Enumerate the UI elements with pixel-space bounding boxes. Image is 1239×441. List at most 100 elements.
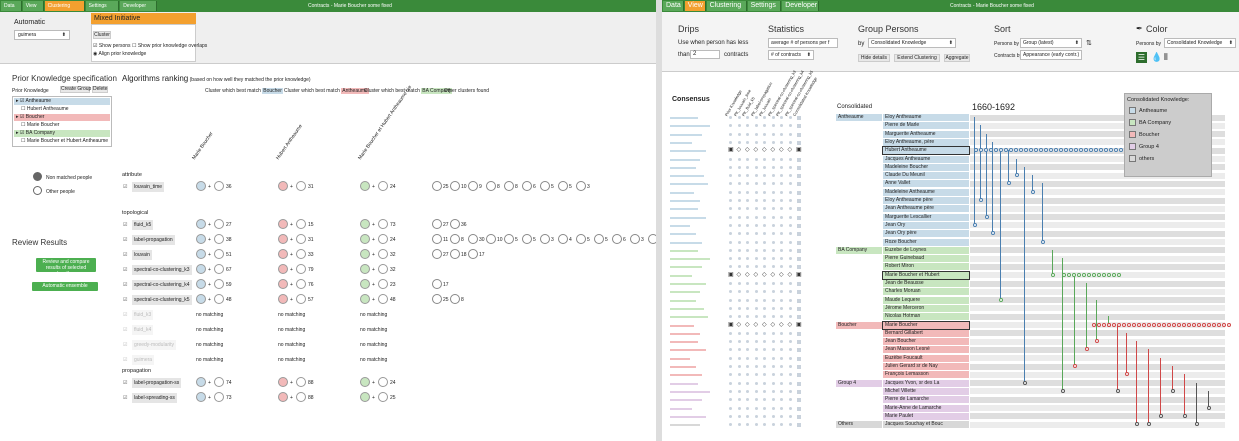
cluster-circle[interactable] [196,264,206,274]
match-circle[interactable] [296,377,306,387]
contract-node[interactable] [1082,272,1086,277]
other-cluster-circle[interactable] [504,234,514,244]
person-name[interactable]: Julien Gerard sr de Nay [883,363,969,370]
match-circle[interactable] [214,181,224,191]
contract-node[interactable] [1202,322,1206,327]
other-cluster-circle[interactable] [522,181,532,191]
contract-node[interactable] [1107,272,1111,277]
cluster-circle[interactable] [278,294,288,304]
contract-node[interactable] [1097,322,1101,327]
row-checkbox[interactable]: ☑ [123,342,127,348]
person-name[interactable]: Jean de Beausse [883,280,969,287]
contract-node[interactable] [1194,422,1199,427]
pk-item[interactable]: ▸ ☑ Boucher [14,114,110,121]
row-checkbox[interactable]: ☑ [123,395,127,401]
person-name[interactable]: Jean Masson Lesné [883,346,969,354]
person-name[interactable]: Jacques Souchay et Bouc [883,421,969,429]
color-select[interactable]: Consolidated Knowledge ⬍ [1164,38,1236,48]
contract-node[interactable] [1182,413,1187,418]
cluster-circle[interactable] [360,219,370,229]
contract-node[interactable] [1212,322,1216,327]
contract-node[interactable] [1134,422,1139,427]
pk-item[interactable]: ☐ Marie Boucher [19,122,110,129]
legend-swatch[interactable] [1129,131,1136,138]
cluster-circle[interactable] [196,249,206,259]
contract-node[interactable] [1158,413,1163,418]
contract-node[interactable] [1197,322,1201,327]
match-circle[interactable] [296,392,306,402]
contract-node[interactable] [978,198,983,202]
contract-node[interactable] [1060,388,1065,393]
match-circle[interactable] [296,249,306,259]
other-cluster-circle[interactable] [468,181,478,191]
group-label[interactable]: Others [836,421,882,429]
cluster-circle[interactable] [278,264,288,274]
person-name[interactable]: Marie Boucher et Hubert [882,270,970,280]
person-name[interactable]: Marguerite Lescallier [883,213,969,221]
other-cluster-circle[interactable] [576,181,586,191]
contract-node[interactable] [1192,322,1196,327]
cluster-circle[interactable] [278,181,288,191]
person-name[interactable]: Roze Boucher [883,238,969,246]
legend-swatch[interactable] [1129,119,1136,126]
contract-node[interactable] [1152,322,1156,327]
cluster-circle[interactable] [278,234,288,244]
sort-persons-select[interactable]: Group (latest) ⬍ [1020,38,1082,48]
cluster-circle[interactable] [360,181,370,191]
contract-node[interactable] [1122,322,1126,327]
other-cluster-circle[interactable] [432,181,442,191]
match-circle[interactable] [378,392,388,402]
match-circle[interactable] [378,181,388,191]
review-compare-button[interactable]: Review and compare results of selected a… [36,258,96,277]
group-label[interactable]: Antheaume [836,114,882,121]
group-label[interactable]: BA Company [836,246,882,254]
person-name[interactable]: Nicolas Hotman [883,313,969,321]
algorithm-name[interactable]: label-spreading-ss [132,393,177,403]
drips-input[interactable]: 2 [690,50,720,59]
stats-select-2[interactable]: # of contracts ⬍ [768,50,814,60]
person-name[interactable]: Jacques Antheaume [883,155,969,163]
contract-node[interactable] [1182,322,1186,327]
group-label[interactable]: Boucher [836,321,882,329]
contract-node[interactable] [1022,380,1027,385]
match-circle[interactable] [214,219,224,229]
cluster-circle[interactable] [196,279,206,289]
contract-node[interactable] [1227,322,1231,327]
match-circle[interactable] [214,377,224,387]
contract-node[interactable] [1207,322,1211,327]
row-checkbox[interactable]: ☑ [123,380,127,386]
algorithm-name[interactable]: spectral-co-clustering_k3 [132,265,192,275]
match-circle[interactable] [296,234,306,244]
sort-contracts-select[interactable]: Appearance (early contr.) [1020,50,1082,60]
other-cluster-circle[interactable] [432,234,442,244]
contract-node[interactable] [1087,272,1091,277]
person-name[interactable]: Robert Miron [883,263,969,271]
other-cluster-circle[interactable] [648,234,656,244]
algorithm-name[interactable]: guimera [132,355,155,365]
tab-clustering[interactable]: Clustering [706,1,747,11]
cluster-circle[interactable] [360,377,370,387]
contract-node[interactable] [984,214,989,219]
cluster-circle[interactable] [360,392,370,402]
other-cluster-circle[interactable] [468,249,478,259]
contract-node[interactable] [1092,272,1096,277]
person-name[interactable]: Jérome Merceron [883,304,969,312]
person-name[interactable]: Jean Antheaume père [883,205,969,213]
checkbox-icon[interactable]: ▸ ☑ [16,130,26,136]
row-checkbox[interactable]: ☑ [123,252,127,258]
legend-swatch[interactable] [1129,155,1136,162]
algorithm-name[interactable]: greedy-modularity [132,340,177,350]
row-checkbox[interactable]: ☑ [123,267,127,273]
tab-data[interactable]: Data [1,1,22,11]
create-group-button[interactable]: Create Group [60,86,91,93]
cluster-circle[interactable] [196,377,206,387]
person-name[interactable]: Eloy Antheaume [883,114,969,121]
delete-button[interactable]: Delete [92,86,108,93]
contract-node[interactable] [1050,272,1055,277]
cluster-circle[interactable] [278,249,288,259]
contract-node[interactable] [1102,272,1106,277]
person-name[interactable]: Eloy Antheaume père [883,197,969,204]
match-circle[interactable] [378,279,388,289]
contract-node[interactable] [1112,272,1116,277]
pk-item[interactable]: ▸ ☑ Antheaume [14,98,110,105]
